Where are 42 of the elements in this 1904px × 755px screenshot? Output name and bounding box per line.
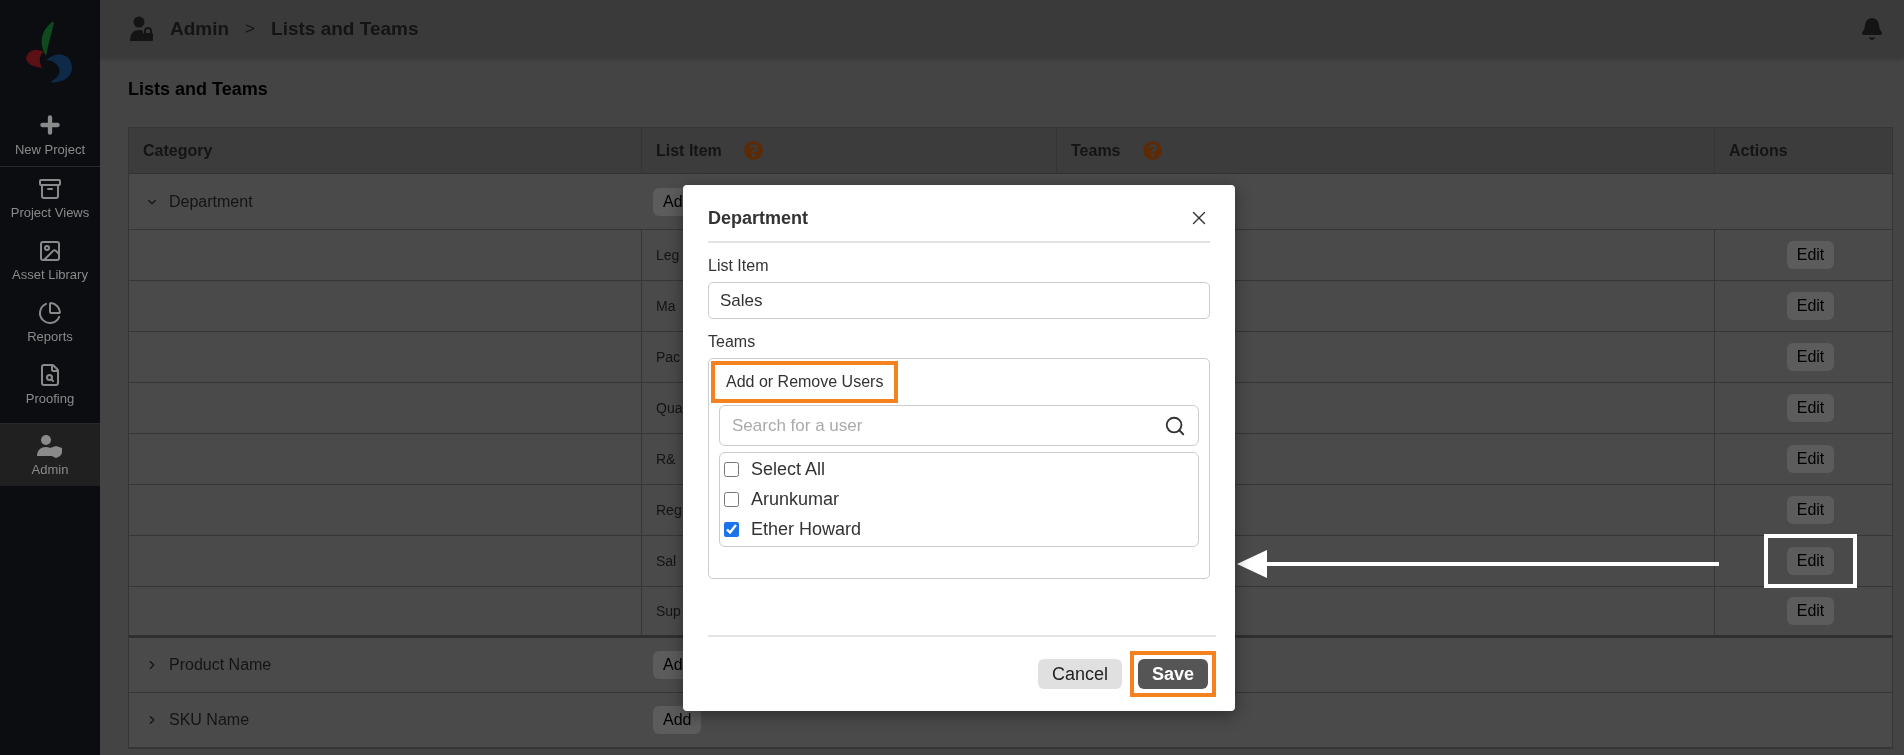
help-icon[interactable] <box>743 141 763 160</box>
sidebar-item[interactable]: Proofing <box>0 353 100 415</box>
checkbox[interactable] <box>724 462 739 477</box>
user-name: Select All <box>751 459 826 480</box>
add-button[interactable]: Add <box>653 706 702 734</box>
save-button[interactable]: Save <box>1137 659 1208 689</box>
pie-chart-icon <box>38 301 62 325</box>
breadcrumb-separator: > <box>245 18 256 39</box>
edit-button[interactable]: Edit <box>1786 292 1835 320</box>
notification-bell-icon[interactable] <box>1860 16 1884 41</box>
field-label: List Item <box>708 257 770 275</box>
checkbox[interactable] <box>724 522 739 537</box>
cancel-button[interactable]: Cancel <box>1037 659 1122 689</box>
dialog-title: Department <box>708 207 809 229</box>
sidebar-item[interactable]: Asset Library <box>0 229 100 291</box>
edit-button[interactable]: Edit <box>1786 547 1835 575</box>
edit-button[interactable]: Edit <box>1786 394 1835 422</box>
search-field[interactable]: Search for a user <box>719 405 1199 446</box>
sidebar-item[interactable]: New Project <box>0 102 100 166</box>
user-name: Ether Howard <box>751 519 862 540</box>
user-lock-icon <box>130 15 154 42</box>
edit-button[interactable]: Edit <box>1786 343 1835 371</box>
users-heading: Add or Remove Users <box>711 361 899 403</box>
list-item-input[interactable]: Sales <box>708 282 1210 319</box>
sidebar-item[interactable]: Admin <box>0 423 100 486</box>
edit-button[interactable]: Edit <box>1786 445 1835 473</box>
file-search-icon <box>38 363 62 387</box>
checkbox[interactable] <box>724 492 739 507</box>
user-shield-icon <box>36 434 64 458</box>
plus-icon <box>37 112 63 138</box>
search-icon[interactable] <box>1164 414 1186 437</box>
field-label: Teams <box>708 333 757 351</box>
archive-icon <box>38 177 62 201</box>
help-icon[interactable] <box>1142 141 1162 160</box>
page-title: Lists and Teams <box>127 78 269 101</box>
user-name: Arunkumar <box>751 489 840 510</box>
sidebar-item[interactable]: Project Views <box>0 166 100 229</box>
sidebar-item[interactable]: Reports <box>0 291 100 353</box>
edit-button[interactable]: Edit <box>1786 496 1835 524</box>
image-icon <box>38 239 62 263</box>
edit-button[interactable]: Edit <box>1786 241 1835 269</box>
edit-button[interactable]: Edit <box>1786 597 1835 625</box>
